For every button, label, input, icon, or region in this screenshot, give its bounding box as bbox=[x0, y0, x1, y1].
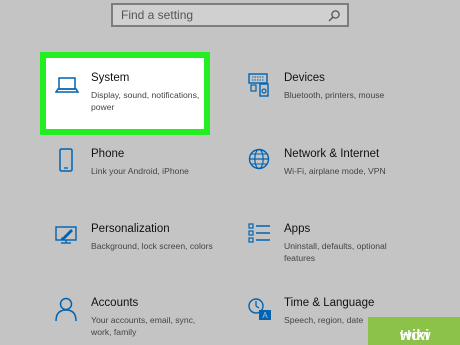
category-devices[interactable]: Devices Bluetooth, printers, mouse bbox=[248, 72, 418, 112]
category-desc: Bluetooth, printers, mouse bbox=[284, 90, 385, 100]
search-input[interactable]: Find a setting bbox=[111, 3, 349, 27]
apps-list-icon bbox=[248, 223, 270, 243]
keyboard-speaker-icon bbox=[248, 73, 269, 97]
category-title: Accounts bbox=[91, 297, 139, 309]
phone-icon bbox=[59, 148, 73, 172]
category-title: Devices bbox=[284, 72, 325, 84]
category-title: Network & Internet bbox=[284, 148, 380, 160]
laptop-icon bbox=[55, 77, 80, 93]
category-accounts[interactable]: Accounts Your accounts, email, sync, wor… bbox=[55, 297, 215, 337]
category-system[interactable]: System Display, sound, notifications, po… bbox=[55, 72, 205, 132]
wikihow-watermark: wiki How bbox=[368, 317, 460, 345]
person-icon bbox=[55, 297, 77, 322]
category-apps[interactable]: Apps Uninstall, defaults, optional featu… bbox=[248, 223, 418, 263]
category-title: Personalization bbox=[91, 223, 170, 235]
watermark-how: How bbox=[400, 327, 431, 344]
category-desc: Background, lock screen, colors bbox=[91, 241, 213, 251]
category-title: Time & Language bbox=[284, 297, 375, 309]
category-title: Apps bbox=[284, 223, 311, 235]
category-desc: Display, sound, notifications, power bbox=[91, 90, 200, 112]
category-desc: Your accounts, email, sync, work, family bbox=[91, 315, 196, 337]
category-phone[interactable]: Phone Link your Android, iPhone bbox=[55, 148, 215, 188]
category-desc: Wi-Fi, airplane mode, VPN bbox=[284, 166, 386, 176]
category-desc: Uninstall, defaults, optional features bbox=[284, 241, 387, 263]
globe-icon bbox=[248, 148, 270, 170]
clock-language-icon: A bbox=[248, 298, 271, 320]
category-network[interactable]: Network & Internet Wi-Fi, airplane mode,… bbox=[248, 148, 423, 188]
search-placeholder: Find a setting bbox=[121, 8, 194, 22]
category-personalization[interactable]: Personalization Background, lock screen,… bbox=[55, 223, 220, 263]
svg-text:A: A bbox=[262, 311, 268, 320]
category-title: System bbox=[91, 72, 130, 84]
paintbrush-monitor-icon bbox=[55, 226, 77, 244]
search-icon bbox=[328, 10, 340, 22]
category-title: Phone bbox=[91, 148, 125, 160]
category-desc: Link your Android, iPhone bbox=[91, 166, 189, 176]
